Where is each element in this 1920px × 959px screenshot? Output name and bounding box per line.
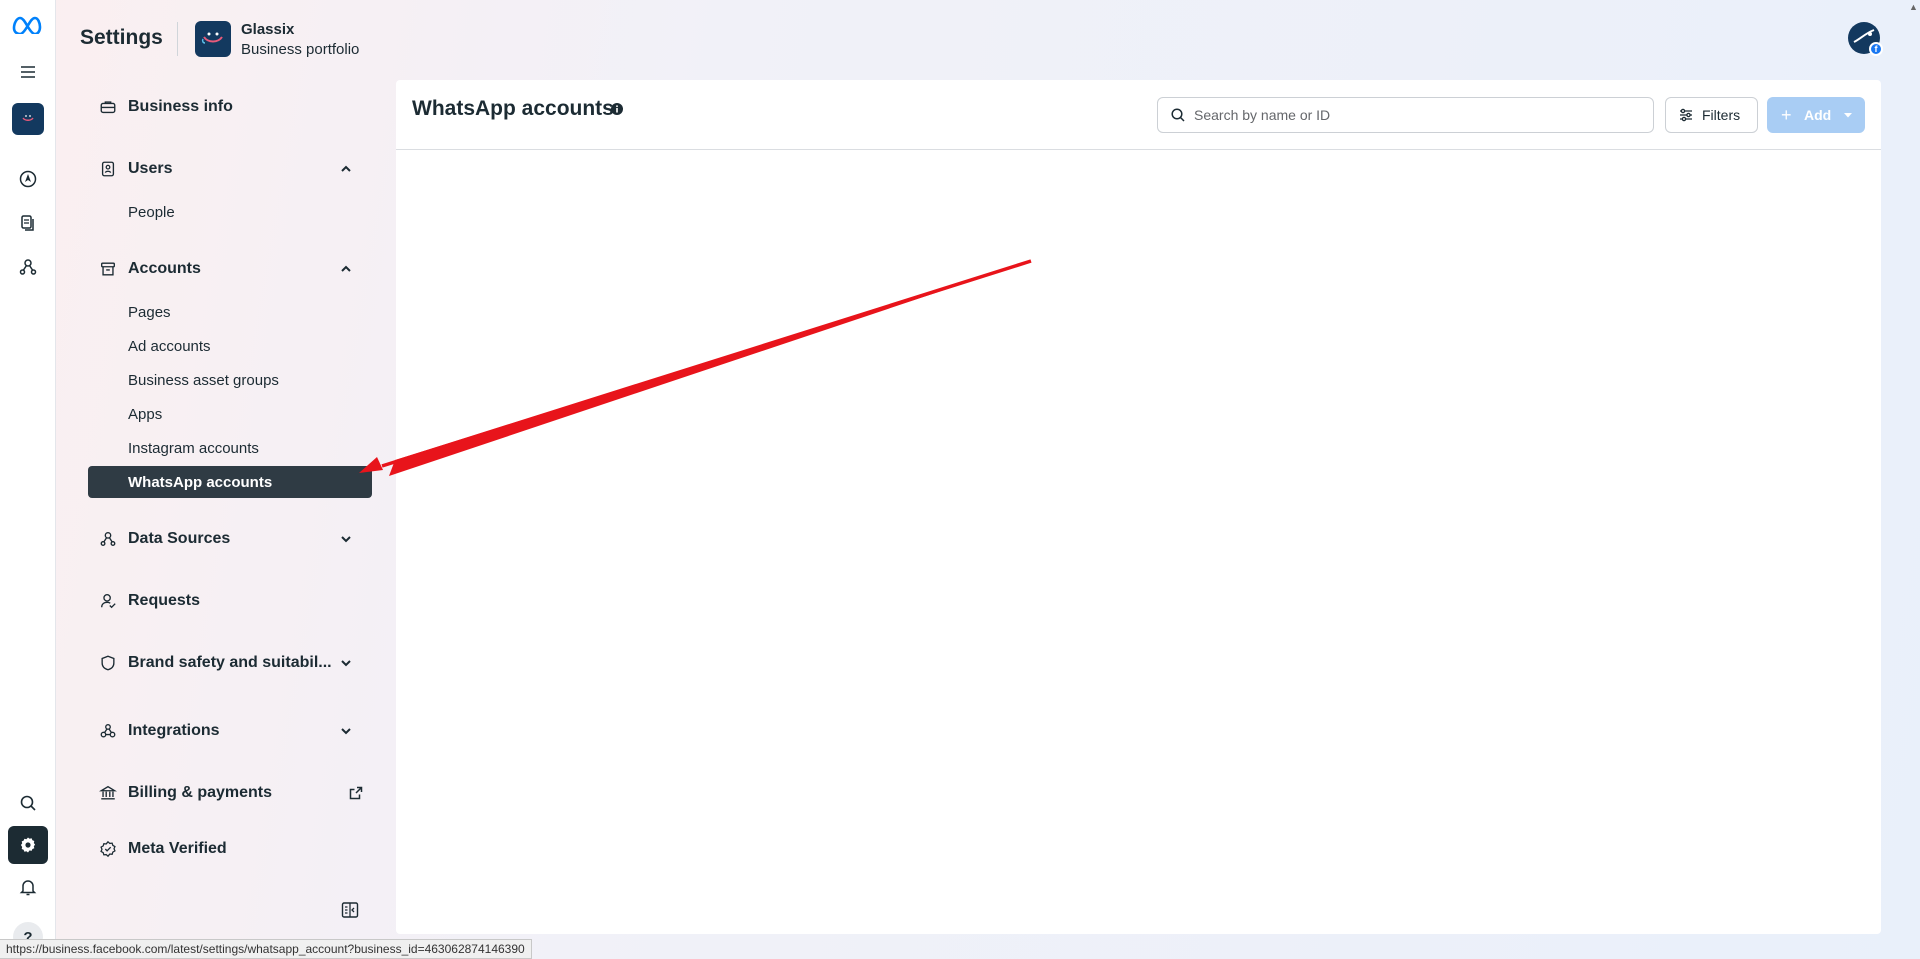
chevron-up-icon xyxy=(341,265,351,272)
nav-sub-label: Instagram accounts xyxy=(128,439,259,457)
nav-sub-label: People xyxy=(128,203,175,221)
verified-icon xyxy=(98,839,118,859)
nav-label: Data Sources xyxy=(128,530,231,547)
nav-label: Users xyxy=(128,160,173,177)
briefcase-icon xyxy=(98,97,118,117)
bell-icon[interactable] xyxy=(12,871,44,903)
nav-sub-pages[interactable]: Pages xyxy=(88,297,372,327)
nav-item-meta-verified[interactable]: Meta Verified xyxy=(88,832,372,866)
chevron-down-icon xyxy=(341,728,351,735)
avatar[interactable]: f xyxy=(1848,22,1883,56)
page-title: Settings xyxy=(80,26,163,49)
network-icon[interactable] xyxy=(12,251,44,283)
nav-sub-label: Business asset groups xyxy=(128,371,279,389)
external-link-icon xyxy=(349,786,363,800)
nav-label: Billing & payments xyxy=(128,784,273,801)
nav-sub-people[interactable]: People xyxy=(88,197,372,227)
integrations-icon xyxy=(98,721,118,741)
search-box[interactable] xyxy=(1157,97,1654,133)
facebook-icon: f xyxy=(1869,42,1883,56)
nav-label: Requests xyxy=(128,592,201,609)
nav-item-integrations[interactable]: Integrations xyxy=(88,714,372,748)
info-icon[interactable] xyxy=(610,102,624,116)
plus-icon: + xyxy=(1781,104,1792,125)
meta-logo-icon[interactable] xyxy=(10,8,46,40)
nav-item-brand-safety[interactable]: Brand safety and suitabil... xyxy=(88,646,372,680)
add-label: Add xyxy=(1804,107,1832,123)
archive-icon xyxy=(98,259,118,279)
gear-icon[interactable] xyxy=(8,826,48,864)
filters-label: Filters xyxy=(1702,107,1741,123)
nav-sub-instagram-accounts[interactable]: Instagram accounts xyxy=(88,433,372,463)
search-icon[interactable] xyxy=(12,787,44,819)
global-nav-rail: ? xyxy=(0,0,56,959)
nav-item-billing[interactable]: Billing & payments xyxy=(88,776,372,810)
chevron-down-icon xyxy=(341,660,351,667)
nav-sub-apps[interactable]: Apps xyxy=(88,399,372,429)
nav-sub-label: Ad accounts xyxy=(128,337,211,355)
bank-icon xyxy=(98,783,118,803)
shield-icon xyxy=(98,653,118,673)
chevron-down-icon xyxy=(341,536,351,543)
portfolio-name[interactable]: Glassix xyxy=(241,21,294,38)
nav-sub-business-asset-groups[interactable]: Business asset groups xyxy=(88,365,372,395)
nav-item-accounts[interactable]: Accounts xyxy=(88,252,372,286)
nav-label: Brand safety and suitabil... xyxy=(128,654,332,671)
nav-label: Accounts xyxy=(128,260,201,277)
menu-icon[interactable] xyxy=(12,56,44,88)
main-header: WhatsApp accounts Filters + Add xyxy=(396,80,1881,150)
filters-button[interactable]: Filters xyxy=(1665,97,1758,133)
nav-item-users[interactable]: Users xyxy=(88,152,372,186)
nav-label: Meta Verified xyxy=(128,840,227,857)
nav-sub-label: Apps xyxy=(128,405,163,423)
badge-icon xyxy=(98,159,118,179)
data-sources-icon xyxy=(98,529,118,549)
header-divider xyxy=(177,22,178,56)
search-input[interactable] xyxy=(1194,98,1644,132)
nav-item-data-sources[interactable]: Data Sources xyxy=(88,522,372,556)
nav-label: Integrations xyxy=(128,722,220,739)
search-icon xyxy=(1171,108,1185,122)
person-check-icon xyxy=(98,591,118,611)
nav-item-requests[interactable]: Requests xyxy=(88,584,372,618)
scroll-up-arrow-icon[interactable]: ▲ xyxy=(1909,2,1918,12)
section-title: WhatsApp accounts xyxy=(412,97,614,120)
nav-sub-label: WhatsApp accounts xyxy=(128,473,273,491)
compass-icon[interactable] xyxy=(12,163,44,195)
nav-sub-whatsapp-accounts[interactable]: WhatsApp accounts xyxy=(88,466,372,498)
nav-sub-ad-accounts[interactable]: Ad accounts xyxy=(88,331,372,361)
nav-sub-label: Pages xyxy=(128,303,171,321)
pages-icon[interactable] xyxy=(12,207,44,239)
collapse-sidebar-icon[interactable] xyxy=(340,900,360,920)
caret-down-icon xyxy=(1844,113,1852,118)
chevron-up-icon xyxy=(341,165,351,172)
main-panel: WhatsApp accounts Filters + Add xyxy=(396,80,1881,934)
nav-item-business-info[interactable]: Business info xyxy=(88,90,372,124)
portfolio-logo[interactable] xyxy=(195,21,231,57)
add-button[interactable]: + Add xyxy=(1767,97,1865,133)
nav-label: Business info xyxy=(128,98,233,115)
portfolio-type: Business portfolio xyxy=(241,41,360,58)
sliders-icon xyxy=(1680,108,1692,122)
portfolio-icon[interactable] xyxy=(12,103,44,135)
status-bar-url: https://business.facebook.com/latest/set… xyxy=(0,939,532,959)
